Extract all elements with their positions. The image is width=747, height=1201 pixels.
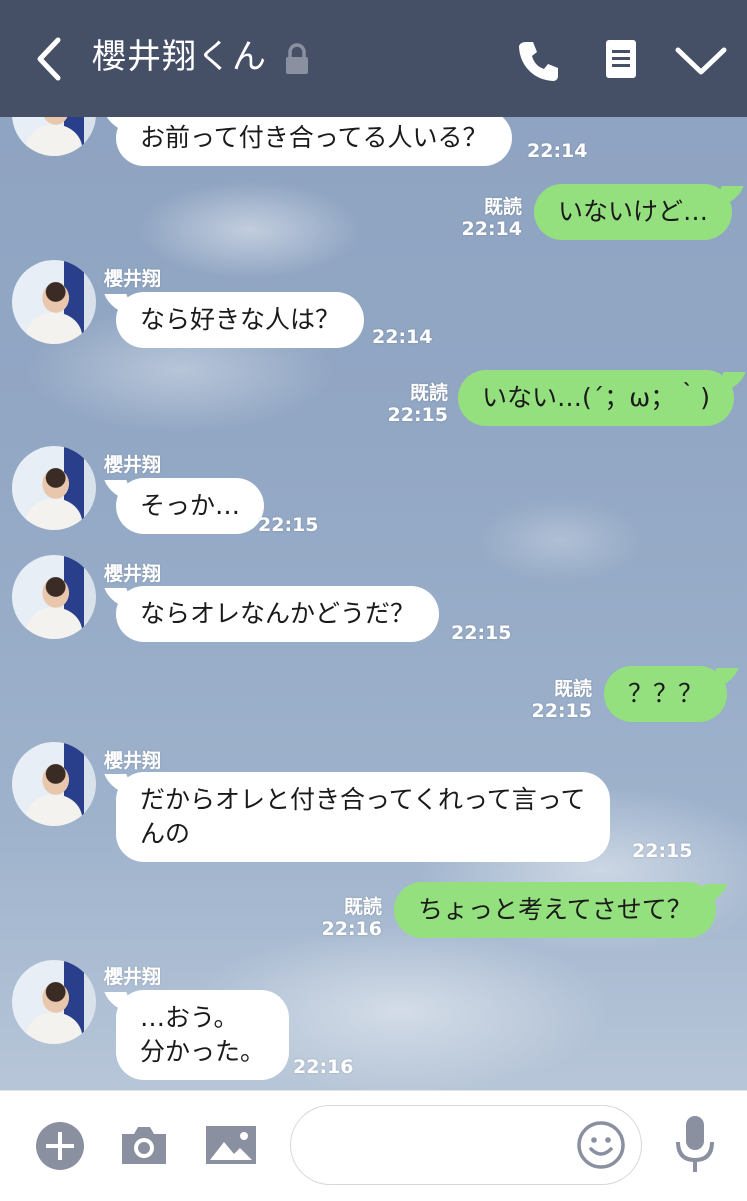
chevron-down-icon[interactable]	[674, 42, 728, 78]
chat-header: 櫻井翔くん	[0, 0, 747, 117]
message-bubble-outgoing[interactable]: いない…(´；ω；｀)	[458, 370, 734, 426]
message-line: 分かった。	[140, 1037, 266, 1066]
notes-menu-icon[interactable]	[604, 38, 638, 80]
message-bubble-incoming[interactable]: ならオレなんかどうだ？	[116, 586, 440, 642]
message-time: 22:14	[527, 140, 588, 162]
message-line: んの	[140, 819, 191, 848]
message-bubble-outgoing[interactable]: ？？？	[604, 666, 728, 722]
message-line: だからオレと付き合ってくれって言って	[140, 785, 586, 814]
message-bubble-outgoing[interactable]: ちょっと考えてさせて？	[394, 882, 716, 938]
message-bubble-incoming[interactable]: だからオレと付き合ってくれって言って んの	[116, 772, 610, 862]
message-time: 22:14	[372, 326, 433, 348]
message-bubble-incoming[interactable]: お前って付き合ってる人いる？	[116, 110, 512, 166]
message-bubble-outgoing[interactable]: いないけど…	[534, 184, 733, 240]
message-meta: 既読 22:14	[450, 196, 522, 240]
message-time: 22:16	[321, 918, 382, 940]
message-time: 22:15	[632, 840, 693, 862]
read-receipt: 既読	[483, 196, 522, 218]
message-time: 22:15	[531, 700, 592, 722]
message-meta: 既読 22:15	[520, 678, 592, 722]
message-meta: 既読 22:15	[376, 382, 448, 426]
microphone-icon[interactable]	[672, 1114, 718, 1178]
message-bubble-incoming[interactable]: …おう。 分かった。	[116, 990, 290, 1080]
message-time: 22:15	[258, 514, 319, 536]
sender-name: 櫻井翔	[104, 966, 162, 988]
message-bubble-incoming[interactable]: なら好きな人は？	[116, 292, 365, 348]
avatar[interactable]	[12, 446, 96, 530]
message-input[interactable]	[317, 1124, 581, 1166]
message-line: …おう。	[140, 1003, 239, 1032]
message-bubble-incoming[interactable]: そっか…	[116, 478, 265, 534]
sender-name: 櫻井翔	[104, 268, 162, 290]
back-arrow-icon[interactable]	[30, 34, 70, 84]
emoji-icon[interactable]	[576, 1120, 626, 1170]
read-receipt: 既読	[409, 382, 448, 404]
avatar[interactable]	[12, 260, 96, 344]
message-meta: 既読 22:16	[310, 896, 382, 940]
avatar[interactable]	[12, 960, 96, 1044]
phone-call-icon[interactable]	[516, 38, 562, 84]
sender-name: 櫻井翔	[104, 750, 162, 772]
message-time: 22:16	[293, 1056, 354, 1078]
message-time: 22:14	[461, 218, 522, 240]
sender-name: 櫻井翔	[104, 563, 162, 585]
lock-icon	[286, 43, 308, 74]
avatar[interactable]	[12, 555, 96, 639]
read-receipt: 既読	[343, 896, 382, 918]
message-time: 22:15	[451, 622, 512, 644]
camera-icon[interactable]	[118, 1122, 170, 1168]
image-icon[interactable]	[204, 1122, 258, 1168]
message-time: 22:15	[387, 404, 448, 426]
chat-title[interactable]: 櫻井翔くん	[92, 34, 267, 80]
read-receipt: 既読	[553, 678, 592, 700]
sender-name: 櫻井翔	[104, 454, 162, 476]
plus-icon[interactable]	[34, 1120, 86, 1172]
avatar[interactable]	[12, 742, 96, 826]
